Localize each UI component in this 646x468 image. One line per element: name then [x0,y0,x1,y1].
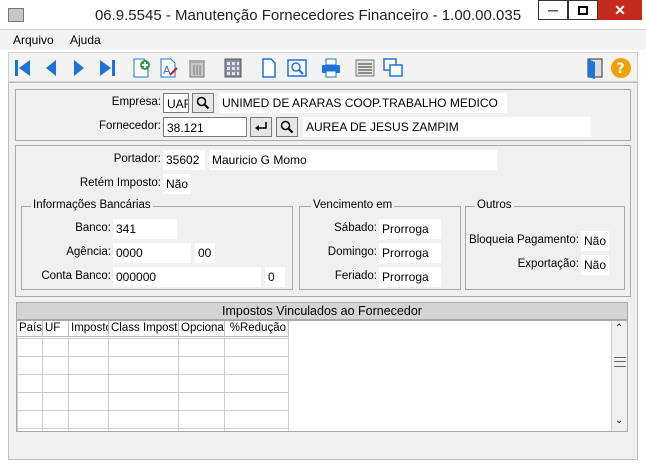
last-record-icon [100,60,115,76]
enter-icon [255,122,267,131]
svg-text:A: A [163,64,171,77]
portador-name-field: Mauricio G Momo [209,150,497,170]
grid-rows [17,338,289,431]
first-record-button[interactable] [11,56,35,80]
column-header-pais[interactable]: País [17,321,43,337]
new-record-icon [133,58,150,78]
fornecedor-name-field: AUREA DE JESUS ZAMPIM [303,117,591,137]
window-icon [383,58,403,77]
exit-button[interactable] [583,56,607,80]
bloqueia-pagamento-field[interactable]: Não [581,231,609,251]
domingo-label: Domingo: [327,246,377,258]
bloqueia-pagamento-label: Bloqueia Pagamento: [469,234,579,246]
vertical-scrollbar[interactable]: ⌃ ⌄ [611,321,627,431]
preview-button[interactable] [285,56,309,80]
delete-record-icon [189,60,205,78]
last-record-button[interactable] [95,56,119,80]
sabado-field[interactable]: Prorroga [379,219,441,239]
exportacao-label: Exportação: [517,258,579,270]
conta-dv-field[interactable]: 0 [265,267,285,287]
retem-imposto-label: Retém Imposto: [79,177,161,189]
empresa-search-button[interactable] [192,93,214,113]
edit-record-icon: A [160,58,178,78]
fornecedor-label: Fornecedor: [98,120,161,132]
bancarias-legend: Informações Bancárias [31,199,153,211]
agencia-dv-field[interactable]: 00 [195,243,215,263]
sabado-label: Sábado: [334,222,377,234]
maximize-button[interactable] [568,0,598,20]
scroll-thumb[interactable] [614,357,626,367]
first-record-icon [15,60,30,76]
column-header-uf[interactable]: UF [43,321,69,337]
vencimento-legend: Vencimento em [311,199,395,211]
domingo-field[interactable]: Prorroga [379,243,441,263]
close-icon: ✕ [614,1,626,18]
column-header-opcional[interactable]: Opcional [179,321,225,337]
menu-arquivo[interactable]: Arquivo [13,33,54,47]
document-icon [262,58,276,78]
impostos-table[interactable]: País UF Imposto Class Imposto Opcional %… [16,320,628,432]
edit-record-button[interactable]: A [157,56,181,80]
window-button[interactable] [381,56,405,80]
print-icon [322,58,340,78]
calculator-button[interactable] [221,56,245,80]
fornecedor-search-button[interactable] [276,117,298,137]
feriado-label: Feriado: [334,270,377,282]
calculator-icon [224,58,242,78]
menu-bar: Arquivo Ajuda [0,30,646,50]
fornecedor-enter-button[interactable] [250,117,272,137]
new-record-button[interactable] [129,56,153,80]
close-button[interactable]: ✕ [598,0,642,20]
agencia-field[interactable]: 0000 [113,243,191,263]
next-record-icon [74,60,84,76]
list-button[interactable] [353,56,377,80]
help-button[interactable]: ? [609,56,633,80]
column-header-reducao[interactable]: %Redução [225,321,289,337]
fornecedor-code-input[interactable]: 38.121 [163,117,247,137]
outros-legend: Outros [475,199,514,211]
list-icon [355,59,375,77]
next-record-button[interactable] [67,56,91,80]
column-header-class-imposto[interactable]: Class Imposto [109,321,179,337]
exportacao-field[interactable]: Não [581,255,609,275]
empresa-label: Empresa: [111,96,161,108]
empresa-code-input[interactable]: UAR [163,93,189,113]
document-button[interactable] [257,56,281,80]
minimize-icon: ─ [548,2,558,18]
help-icon: ? [611,58,631,78]
grid-title: Impostos Vinculados ao Fornecedor [16,302,628,320]
conta-banco-field[interactable]: 000000 [113,267,261,287]
banco-label: Banco: [75,222,111,234]
feriado-field[interactable]: Prorroga [379,267,441,287]
scroll-up-icon[interactable]: ⌃ [615,323,623,334]
scroll-down-icon[interactable]: ⌄ [615,415,623,426]
agencia-label: Agência: [66,246,111,258]
prev-record-icon [46,60,56,76]
maximize-icon [578,5,588,15]
svg-text:?: ? [617,61,625,77]
preview-icon [287,59,307,77]
title-bar: 06.9.5545 - Manutenção Fornecedores Fina… [0,0,646,30]
column-header-imposto[interactable]: Imposto [69,321,109,337]
exit-door-icon [587,58,603,79]
conta-banco-label: Conta Banco: [41,270,111,282]
minimize-button[interactable]: ─ [538,0,568,20]
menu-ajuda[interactable]: Ajuda [70,33,101,47]
retem-imposto-field[interactable]: Não [163,174,191,194]
search-icon [280,120,294,134]
print-button[interactable] [319,56,343,80]
delete-record-button[interactable] [185,56,209,80]
empresa-name-field: UNIMED DE ARARAS COOP.TRABALHO MEDICO [219,93,507,113]
search-icon [196,96,210,110]
portador-code-field[interactable]: 35602 [163,150,205,170]
portador-label: Portador: [113,153,161,165]
prev-record-button[interactable] [39,56,63,80]
toolbar: A ? [8,52,638,82]
banco-field[interactable]: 341 [113,219,177,239]
